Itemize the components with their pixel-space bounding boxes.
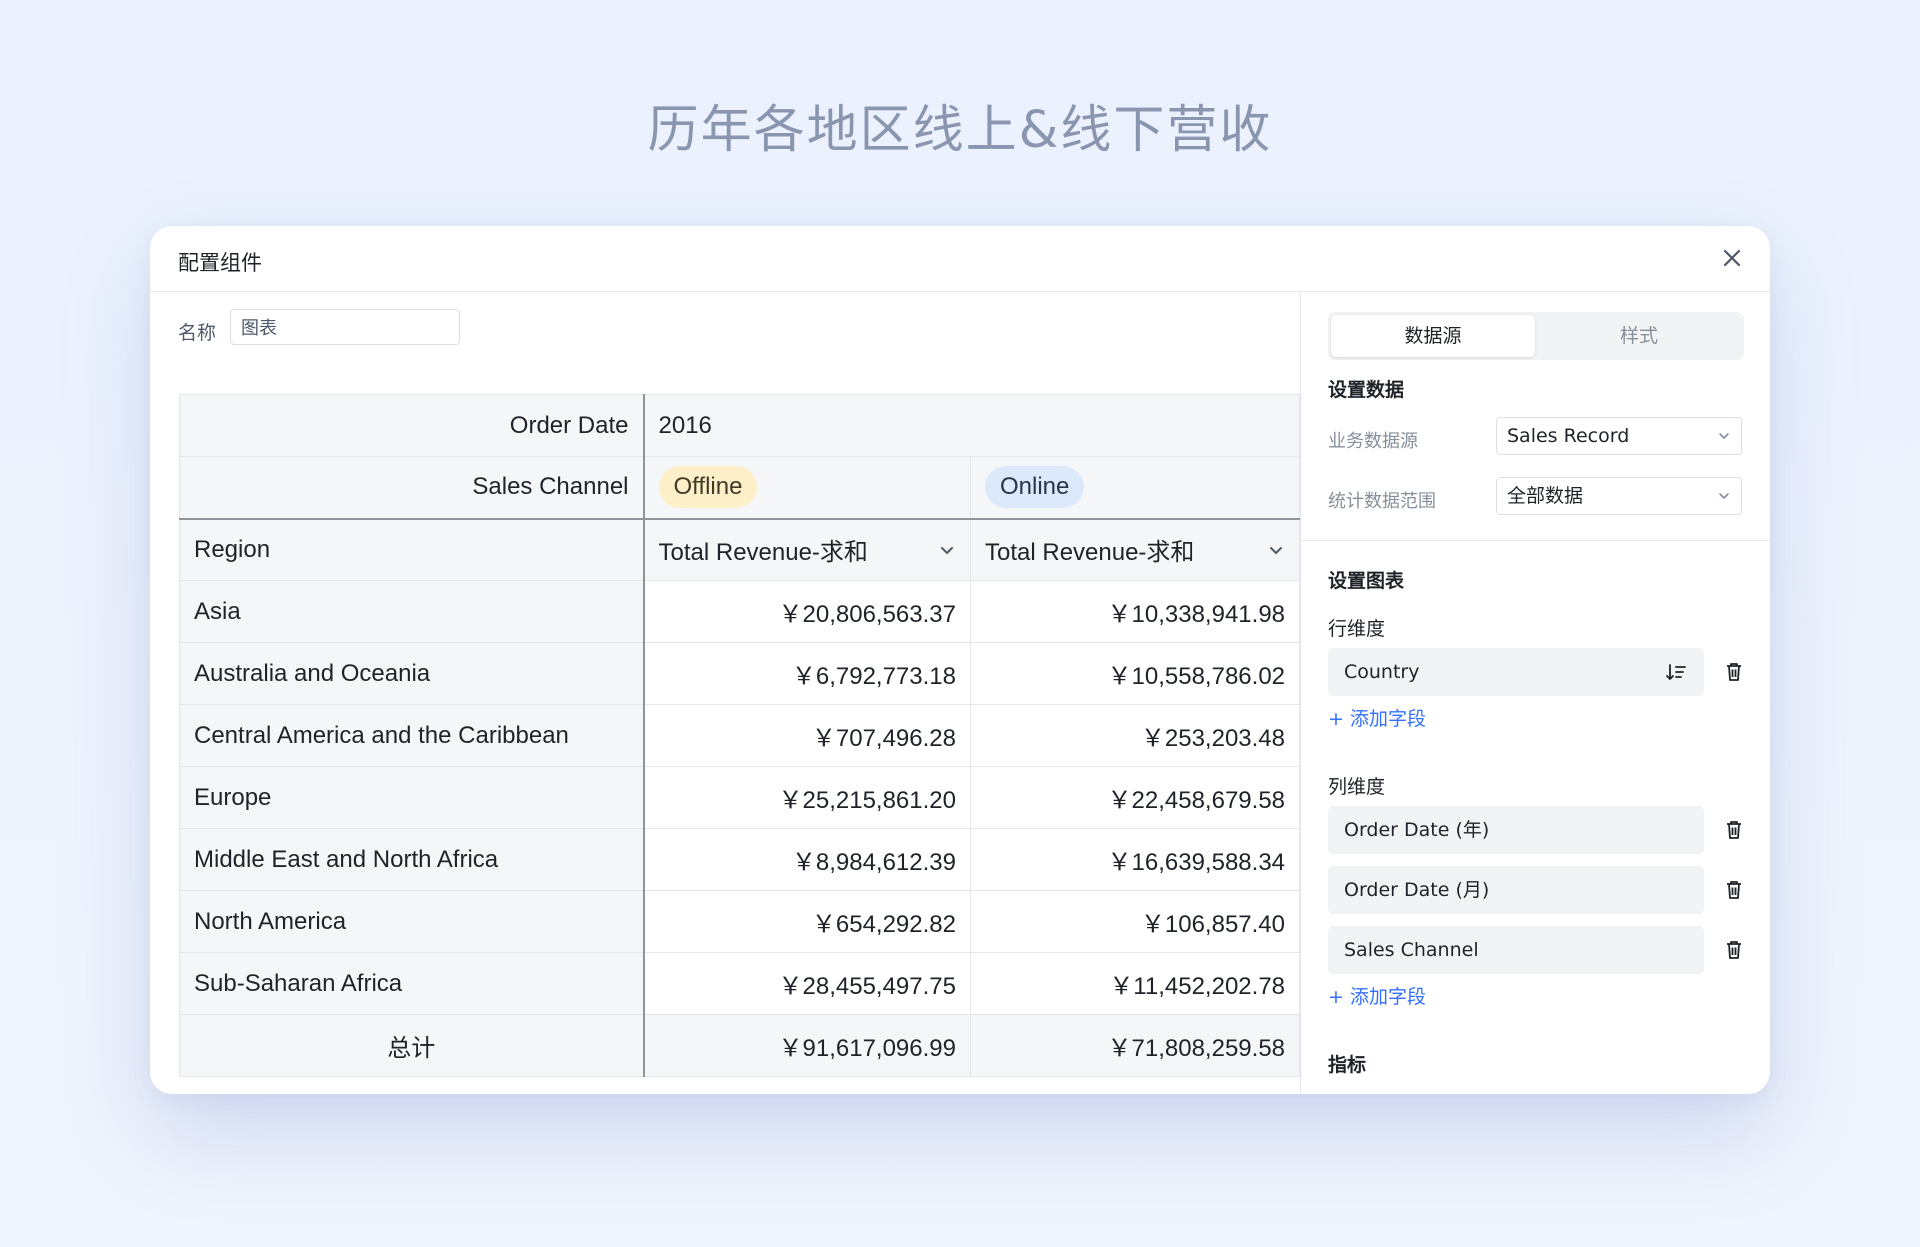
sort-icon[interactable] (1666, 663, 1686, 681)
scope-value: 全部数据 (1507, 485, 1584, 507)
scope-select[interactable]: 全部数据 (1496, 477, 1742, 515)
total-offline-cell: ￥91,617,096.99 (643, 1014, 971, 1077)
offline-value-cell: ￥20,806,563.37 (643, 580, 971, 643)
table-row: Australia and Oceania ￥6,792,773.18 ￥10,… (179, 642, 1301, 705)
chevron-down-icon (1719, 433, 1729, 439)
col-dim-1-value: 2016 (642, 394, 1301, 457)
name-input[interactable] (230, 309, 460, 345)
region-cell: Asia (179, 580, 645, 643)
col-dim-1-label: Order Date (179, 394, 645, 457)
add-col-field-link[interactable]: + 添加字段 (1328, 982, 1426, 1009)
channel-cell-online: Online (969, 456, 1301, 520)
trash-icon[interactable] (1725, 662, 1743, 682)
add-row-field-link[interactable]: + 添加字段 (1328, 704, 1426, 731)
modal-header: 配置组件 (150, 226, 1770, 292)
data-section-title: 设置数据 (1328, 379, 1405, 401)
pivot-table: Order Date 2016 Sales Channel Offline On… (179, 394, 1301, 1077)
tab-style[interactable]: 样式 (1537, 315, 1741, 357)
region-cell: Europe (179, 766, 645, 829)
trash-icon[interactable] (1725, 940, 1743, 960)
row-field-country[interactable]: Country (1328, 648, 1704, 696)
offline-value-cell: ￥28,455,497.75 (643, 952, 971, 1015)
table-row: Europe ￥25,215,861.20 ￥22,458,679.58 (179, 766, 1301, 829)
section-divider (1301, 540, 1770, 541)
region-cell: Sub-Saharan Africa (179, 952, 645, 1015)
panel-tabs: 数据源 样式 (1328, 312, 1744, 360)
col-dim-2-label: Sales Channel (179, 456, 645, 520)
row-dim-title: 行维度 (1328, 618, 1386, 640)
col-field-order-date-year[interactable]: Order Date (年) (1328, 806, 1704, 854)
tab-data-source[interactable]: 数据源 (1331, 315, 1535, 357)
offline-value-cell: ￥654,292.82 (643, 890, 971, 953)
channel-cell-offline: Offline (643, 456, 971, 520)
business-source-value: Sales Record (1507, 425, 1630, 447)
online-value-cell: ￥10,338,941.98 (969, 580, 1301, 643)
table-row: Sub-Saharan Africa ￥28,455,497.75 ￥11,45… (179, 952, 1301, 1015)
offline-tag: Offline (658, 466, 758, 509)
online-value-cell: ￥253,203.48 (969, 704, 1301, 767)
field-label: Order Date (年) (1344, 819, 1490, 841)
total-online-cell: ￥71,808,259.58 (969, 1014, 1301, 1077)
measure-label: Total Revenue-求和 (985, 539, 1195, 567)
online-value-cell: ￥106,857.40 (969, 890, 1301, 953)
measure-header-online[interactable]: Total Revenue-求和 (969, 518, 1301, 581)
chart-section-title: 设置图表 (1328, 570, 1405, 592)
region-cell: Middle East and North Africa (179, 828, 645, 891)
measure-label: Total Revenue-求和 (658, 539, 868, 567)
trash-icon[interactable] (1725, 820, 1743, 840)
config-panel: 数据源 样式 设置数据 业务数据源 Sales Record 统计数据范围 全部… (1300, 292, 1770, 1094)
col-field-order-date-month[interactable]: Order Date (月) (1328, 866, 1704, 914)
chevron-down-icon (1719, 493, 1729, 499)
online-value-cell: ￥10,558,786.02 (969, 642, 1301, 705)
field-label: Sales Channel (1344, 939, 1479, 961)
trash-icon[interactable] (1725, 880, 1743, 900)
measure-header-offline[interactable]: Total Revenue-求和 (643, 518, 971, 581)
table-row: Central America and the Caribbean ￥707,4… (179, 704, 1301, 767)
scope-label: 统计数据范围 (1328, 491, 1436, 512)
table-row: Asia ￥20,806,563.37 ￥10,338,941.98 (179, 580, 1301, 643)
online-tag: Online (985, 466, 1085, 509)
region-cell: Central America and the Caribbean (179, 704, 645, 767)
chevron-down-icon[interactable] (938, 541, 956, 559)
header-row-sales-channel: Sales Channel Offline Online (179, 456, 1301, 520)
header-row-measures: Region Total Revenue-求和 Total Revenue-求和 (179, 518, 1301, 581)
field-label: Order Date (月) (1344, 879, 1490, 901)
region-cell: Australia and Oceania (179, 642, 645, 705)
business-source-select[interactable]: Sales Record (1496, 417, 1742, 455)
config-modal: 配置组件 名称 Order Date 2016 Sales Channel Of… (150, 226, 1770, 1094)
total-label: 总计 (179, 1014, 645, 1077)
modal-title: 配置组件 (178, 251, 262, 275)
col-dim-title: 列维度 (1328, 776, 1386, 798)
business-source-label: 业务数据源 (1328, 431, 1418, 452)
online-value-cell: ￥16,639,588.34 (969, 828, 1301, 891)
close-icon[interactable] (1720, 246, 1744, 270)
offline-value-cell: ￥8,984,612.39 (643, 828, 971, 891)
preview-pane: 名称 Order Date 2016 Sales Channel Offline… (150, 292, 1301, 1094)
online-value-cell: ￥22,458,679.58 (969, 766, 1301, 829)
region-cell: North America (179, 890, 645, 953)
offline-value-cell: ￥25,215,861.20 (643, 766, 971, 829)
table-row: North America ￥654,292.82 ￥106,857.40 (179, 890, 1301, 953)
online-value-cell: ￥11,452,202.78 (969, 952, 1301, 1015)
chevron-down-icon[interactable] (1267, 541, 1285, 559)
row-dim-label: Region (179, 518, 645, 581)
metrics-title: 指标 (1328, 1054, 1367, 1076)
table-row: Middle East and North Africa ￥8,984,612.… (179, 828, 1301, 891)
page-title: 历年各地区线上&线下营收 (647, 101, 1273, 160)
header-row-order-date: Order Date 2016 (179, 394, 1301, 457)
offline-value-cell: ￥707,496.28 (643, 704, 971, 767)
total-row: 总计 ￥91,617,096.99 ￥71,808,259.58 (179, 1014, 1301, 1077)
offline-value-cell: ￥6,792,773.18 (643, 642, 971, 705)
name-label: 名称 (178, 322, 217, 344)
field-label: Country (1344, 661, 1420, 683)
col-field-sales-channel[interactable]: Sales Channel (1328, 926, 1704, 974)
